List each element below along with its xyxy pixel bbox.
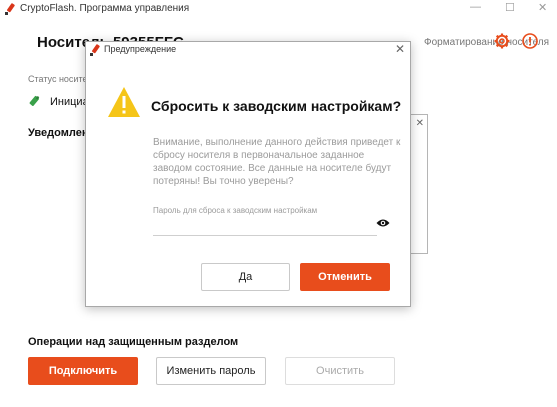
minimize-button[interactable]: — — [470, 1, 481, 13]
dialog-titlebar: Предупреждение ✕ — [86, 42, 410, 58]
warning-triangle-icon — [108, 87, 140, 117]
change-password-button[interactable]: Изменить пароль — [156, 357, 266, 385]
maximize-button[interactable]: ☐ — [505, 1, 515, 14]
reset-password-input[interactable] — [153, 218, 377, 236]
eye-icon[interactable] — [376, 218, 390, 228]
clear-button[interactable]: Очистить — [285, 357, 395, 385]
usb-drive-icon — [29, 95, 40, 106]
app-logo-icon — [5, 3, 15, 15]
dialog-heading: Сбросить к заводским настройкам? — [151, 98, 402, 114]
window-titlebar: CryptoFlash. Программа управления — ☐ ✕ — [0, 0, 557, 18]
window-title: CryptoFlash. Программа управления — [20, 3, 190, 14]
info-icon[interactable] — [522, 33, 538, 49]
close-window-button[interactable]: ✕ — [538, 1, 547, 14]
warning-dialog: Предупреждение ✕ Сбросить к заводским на… — [85, 41, 411, 307]
dialog-close-button[interactable]: ✕ — [395, 42, 405, 56]
cancel-button[interactable]: Отменить — [300, 263, 390, 291]
operations-title: Операции над защищенным разделом — [28, 336, 239, 348]
dialog-title: Предупреждение — [104, 44, 177, 54]
background-dialog-close-icon: ✕ — [415, 118, 424, 129]
app-logo-icon — [90, 44, 100, 56]
dialog-warning-text: Внимание, выполнение данного действия пр… — [153, 137, 401, 187]
connect-button[interactable]: Подключить — [28, 357, 138, 385]
gear-icon[interactable] — [494, 33, 510, 49]
reset-password-label: Пароль для сброса к заводским настройкам — [153, 206, 318, 215]
yes-button[interactable]: Да — [201, 263, 290, 291]
